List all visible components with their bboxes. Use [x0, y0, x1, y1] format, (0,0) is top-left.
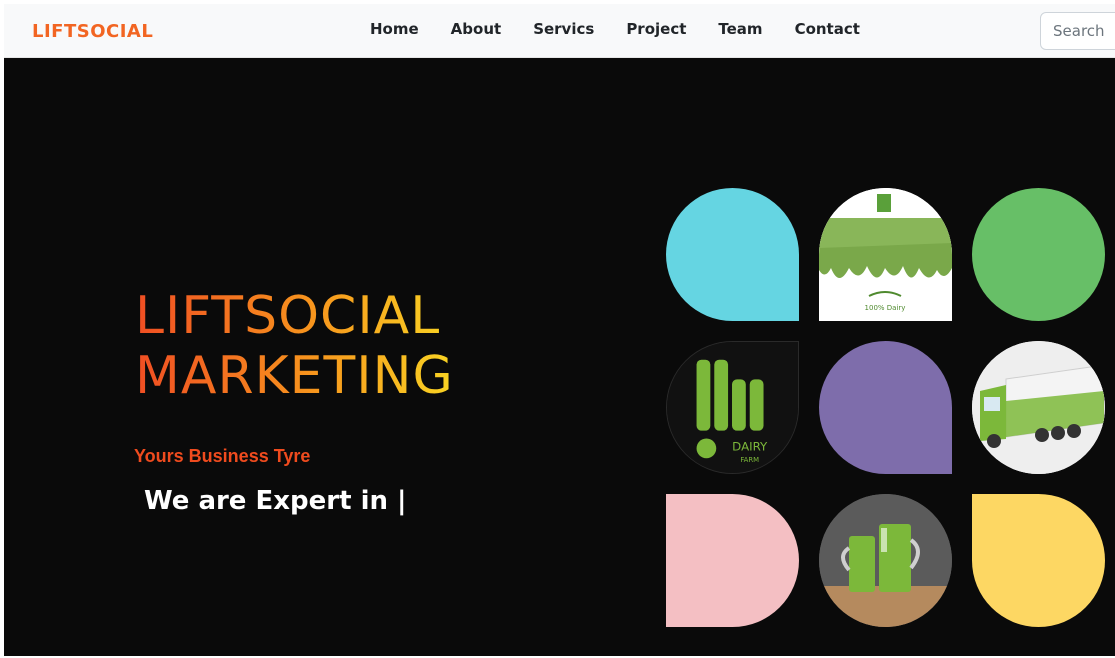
- yellow-tile: [972, 494, 1105, 627]
- milk-package-image: 100% Dairy: [819, 188, 952, 321]
- nav-links: Home About Servics Project Team Contact: [370, 20, 892, 38]
- pink-tile: [666, 494, 799, 627]
- navbar: LIFTSOCIAL Home About Servics Project Te…: [4, 4, 1115, 58]
- nav-link-project[interactable]: Project: [626, 20, 686, 38]
- hero-expert-typing: We are Expert in |: [144, 486, 407, 516]
- brand-logo[interactable]: LIFTSOCIAL: [32, 21, 153, 42]
- ajiaz-logo-image: DAIRY FARM: [666, 341, 799, 474]
- search-input[interactable]: [1040, 12, 1115, 50]
- svg-text:FARM: FARM: [740, 456, 759, 464]
- hero-title: LIFTSOCIAL MARKETING: [135, 286, 454, 406]
- cyan-tile: [666, 188, 799, 321]
- nav-link-home[interactable]: Home: [370, 20, 419, 38]
- hero-section: LIFTSOCIAL MARKETING Yours Business Tyre…: [4, 58, 1115, 656]
- green-tile: [972, 188, 1105, 321]
- hero-title-line2: MARKETING: [135, 346, 454, 406]
- svg-text:100% Dairy: 100% Dairy: [865, 304, 906, 312]
- purple-tile: [819, 341, 952, 474]
- hero-subtitle: Yours Business Tyre: [134, 446, 311, 466]
- nav-link-services[interactable]: Servics: [533, 20, 594, 38]
- nav-link-team[interactable]: Team: [718, 20, 762, 38]
- hero-title-line1: LIFTSOCIAL: [135, 286, 441, 346]
- svg-text:DAIRY: DAIRY: [732, 439, 768, 453]
- nav-link-about[interactable]: About: [451, 20, 502, 38]
- truck-image: [972, 341, 1105, 474]
- nav-link-contact[interactable]: Contact: [795, 20, 860, 38]
- mugs-image: [819, 494, 952, 627]
